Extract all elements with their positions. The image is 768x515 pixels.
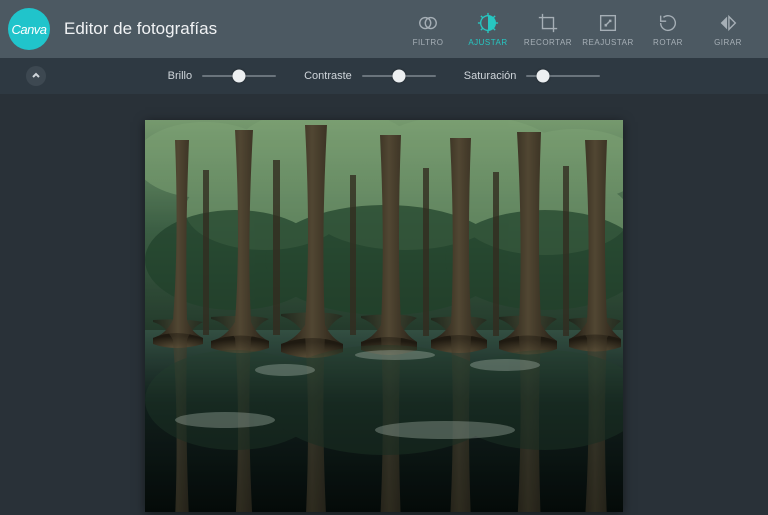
adjust-icon — [477, 12, 499, 34]
photo-canvas[interactable] — [145, 120, 623, 512]
slider-group-saturacion: Saturación — [464, 69, 601, 83]
rotate-icon — [657, 12, 679, 34]
resize-icon — [597, 12, 619, 34]
tab-label: AJUSTAR — [468, 38, 507, 47]
tab-ajustar[interactable]: AJUSTAR — [458, 0, 518, 58]
slider-saturacion[interactable] — [526, 69, 600, 83]
tab-label: ROTAR — [653, 38, 683, 47]
app-header: Canva Editor de fotografías FILTRO AJUST… — [0, 0, 768, 58]
tool-tabs: FILTRO AJUSTAR RECORTAR REAJUSTAR ROTAR — [398, 0, 758, 58]
slider-label: Contraste — [304, 70, 352, 82]
brand-logo[interactable]: Canva — [8, 8, 50, 50]
adjust-subbar: Brillo Contraste Saturación — [0, 58, 768, 94]
tab-recortar[interactable]: RECORTAR — [518, 0, 578, 58]
tab-girar[interactable]: GIRAR — [698, 0, 758, 58]
slider-contraste[interactable] — [362, 69, 436, 83]
collapse-button[interactable] — [26, 66, 46, 86]
app-title: Editor de fotografías — [64, 19, 217, 39]
tab-filtro[interactable]: FILTRO — [398, 0, 458, 58]
tab-label: RECORTAR — [524, 38, 572, 47]
slider-thumb[interactable] — [233, 70, 246, 83]
slider-group-brillo: Brillo — [168, 69, 276, 83]
tab-label: REAJUSTAR — [582, 38, 633, 47]
tab-reajustar[interactable]: REAJUSTAR — [578, 0, 638, 58]
flip-icon — [717, 12, 739, 34]
slider-group-contraste: Contraste — [304, 69, 436, 83]
slider-label: Saturación — [464, 70, 517, 82]
filter-icon — [417, 12, 439, 34]
tab-rotar[interactable]: ROTAR — [638, 0, 698, 58]
slider-label: Brillo — [168, 70, 192, 82]
tab-label: GIRAR — [714, 38, 742, 47]
tab-label: FILTRO — [413, 38, 444, 47]
slider-brillo[interactable] — [202, 69, 276, 83]
canvas-area — [0, 94, 768, 515]
crop-icon — [537, 12, 559, 34]
slider-thumb[interactable] — [392, 70, 405, 83]
slider-thumb[interactable] — [536, 70, 549, 83]
